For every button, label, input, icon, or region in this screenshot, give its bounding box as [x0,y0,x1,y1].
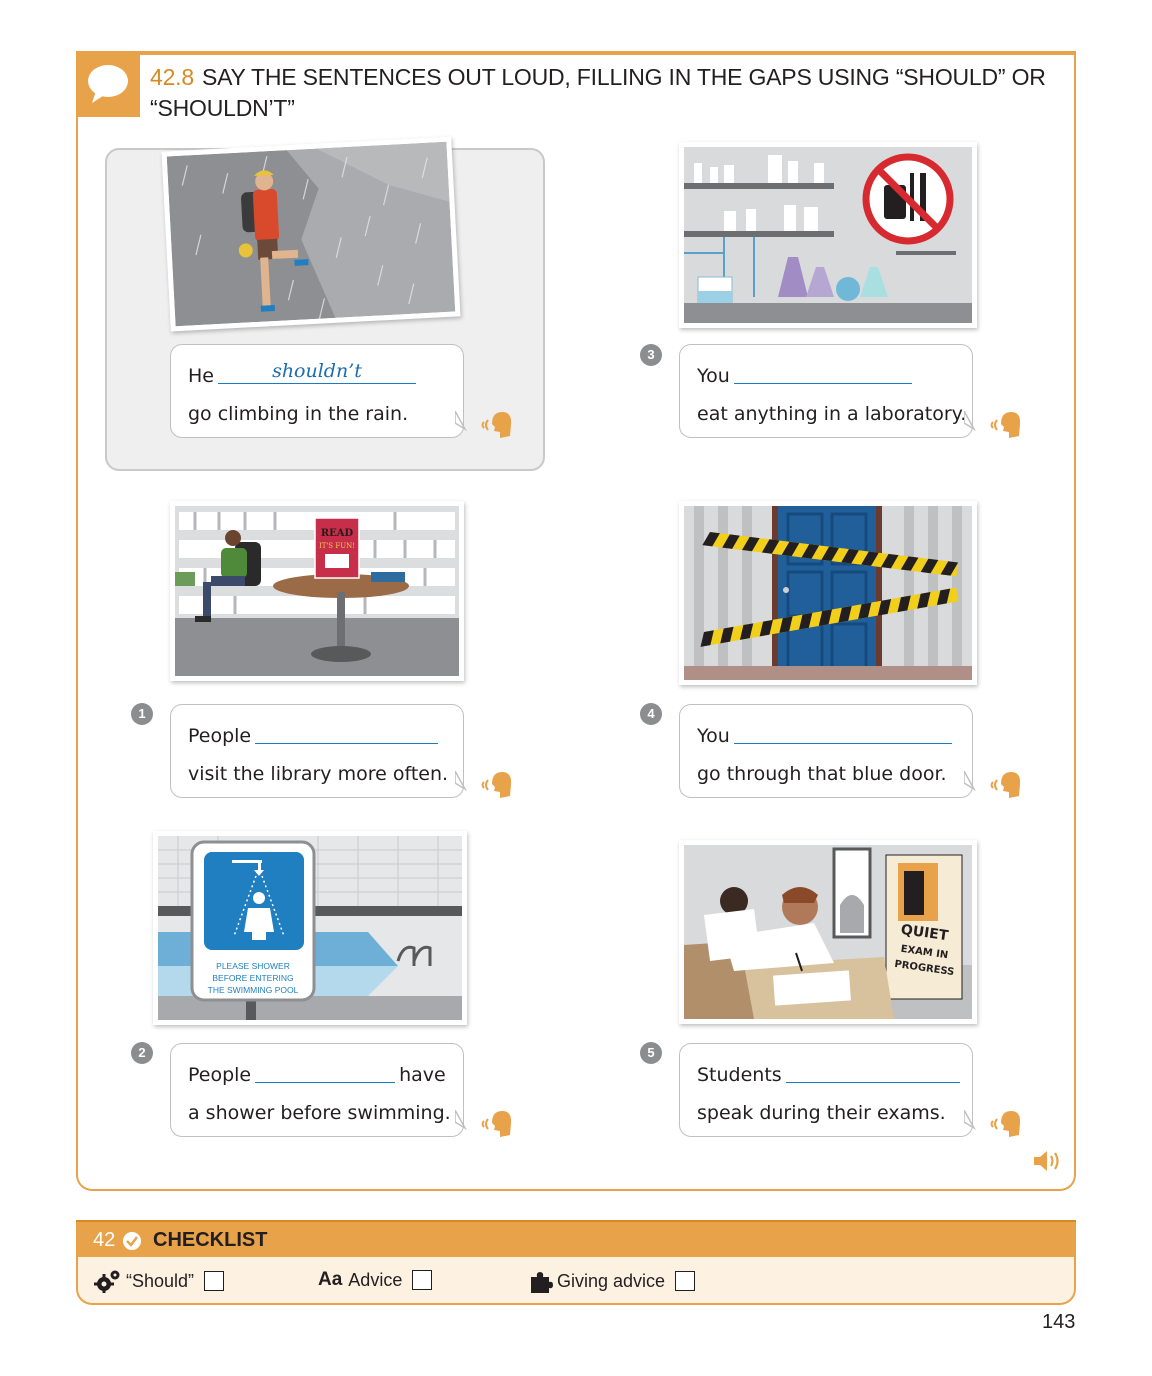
checklist-header: 42 CHECKLIST [76,1220,1076,1257]
item-number-5: 5 [640,1042,662,1064]
item-number-2: 2 [131,1042,153,1064]
library-sign-text: READ [321,528,354,539]
sentence-start: Students [697,1064,782,1086]
checklist-item-advice: Aa Advice [318,1269,433,1291]
exam-photo: QUIET EXAM IN PROGRESS [679,840,977,1024]
answer-blank[interactable] [255,1059,396,1083]
sentence-bubble-4: You go through that blue door. [679,704,976,798]
answer-blank: shouldn’t [217,360,416,384]
sentence-bubble-example: He shouldn’t go climbing in the rain. [170,344,467,438]
svg-text:IT'S FUN!: IT'S FUN! [319,542,355,550]
answer-blank[interactable] [733,720,952,744]
sentence-line-1: People [188,717,447,755]
checklist-item-should: “Should” [94,1269,225,1293]
gears-icon [94,1270,120,1293]
checklist-checkbox[interactable] [204,1271,225,1291]
sentence-line-1: You [697,357,956,395]
checklist-item-label: Giving advice [557,1270,666,1291]
bubble-tail [964,771,976,791]
answer-blank[interactable] [733,360,912,384]
pool-sign-line3: THE SWIMMING POOL [208,985,299,995]
checklist-item-label: “Should” [126,1270,195,1291]
sentence-bubble-1: People visit the library more often. [170,704,467,798]
speech-bubble-icon [88,65,128,103]
page-number: 143 [1042,1311,1076,1333]
sentence-line-2: go through that blue door. [697,763,947,785]
sentence-line-2: speak during their exams. [697,1102,946,1124]
sentence-line-1: You [697,717,956,755]
sentence-start: You [697,365,730,387]
laboratory-photo [679,142,977,328]
exercise-title: 42.8 SAY THE SENTENCES OUT LOUD, FILLING … [150,62,1060,124]
sentence-start: People [188,1064,252,1086]
pool-sign-line1: PLEASE SHOWER [216,961,290,971]
sentence-line-1: Students [697,1056,960,1094]
door-photo [679,501,977,685]
aa-icon: Aa [318,1269,343,1290]
speech-tab [76,51,140,117]
bubble-tail [455,411,467,431]
sentence-line-2: go climbing in the rain. [188,403,409,425]
pool-photo: PLEASE SHOWER BEFORE ENTERING THE SWIMMI… [153,831,467,1025]
sentence-line-2: eat anything in a laboratory. [697,403,967,425]
answer-blank[interactable] [255,720,439,744]
puzzle-icon [531,1272,553,1293]
item-number-1: 1 [131,703,153,725]
bubble-tail [455,1110,467,1130]
answer-blank[interactable] [785,1059,960,1083]
check-circle-icon [123,1232,141,1250]
checklist-body: “Should” Aa Advice Giving advice [76,1257,1076,1305]
climber-photo [161,136,461,332]
sentence-bubble-5: Students speak during their exams. [679,1043,976,1137]
speaking-head-icon [990,412,1021,438]
exercise-number: 42.8 [150,64,194,90]
checklist-checkbox[interactable] [412,1270,433,1290]
checklist-number: 42 [93,1229,116,1251]
bubble-tail [455,771,467,791]
sentence-after-blank: have [399,1064,446,1086]
sentence-start: He [188,365,214,387]
speaking-head-icon [481,412,512,438]
checklist-title: CHECKLIST [153,1229,268,1251]
speaking-head-icon [481,1111,512,1137]
speaking-head-icon [990,1111,1021,1137]
speaking-head-icon [481,772,512,798]
sentence-start: You [697,725,730,747]
sentence-bubble-2: People have a shower before swimming. [170,1043,467,1137]
checklist-checkbox[interactable] [675,1271,696,1291]
checklist-item-label: Advice [348,1269,403,1290]
sentence-line-1: He shouldn’t [188,357,447,395]
sentence-bubble-3: You eat anything in a laboratory. [679,344,976,438]
sentence-line-2: visit the library more often. [188,763,449,785]
pool-sign-line2: BEFORE ENTERING [212,973,293,983]
checklist-item-giving-advice: Giving advice [529,1269,696,1293]
answer-text: shouldn’t [272,360,362,382]
bubble-tail [964,411,976,431]
sentence-start: People [188,725,252,747]
exercise-instruction: SAY THE SENTENCES OUT LOUD, FILLING IN T… [150,64,1046,121]
item-number-3: 3 [640,344,662,366]
audio-speaker-icon[interactable] [1032,1148,1062,1174]
speaking-head-icon [990,772,1021,798]
sentence-line-1: People have [188,1056,447,1094]
library-photo: READ IT'S FUN! [170,501,464,681]
item-number-4: 4 [640,703,662,725]
bubble-tail [964,1110,976,1130]
sentence-line-2: a shower before swimming. [188,1102,451,1124]
